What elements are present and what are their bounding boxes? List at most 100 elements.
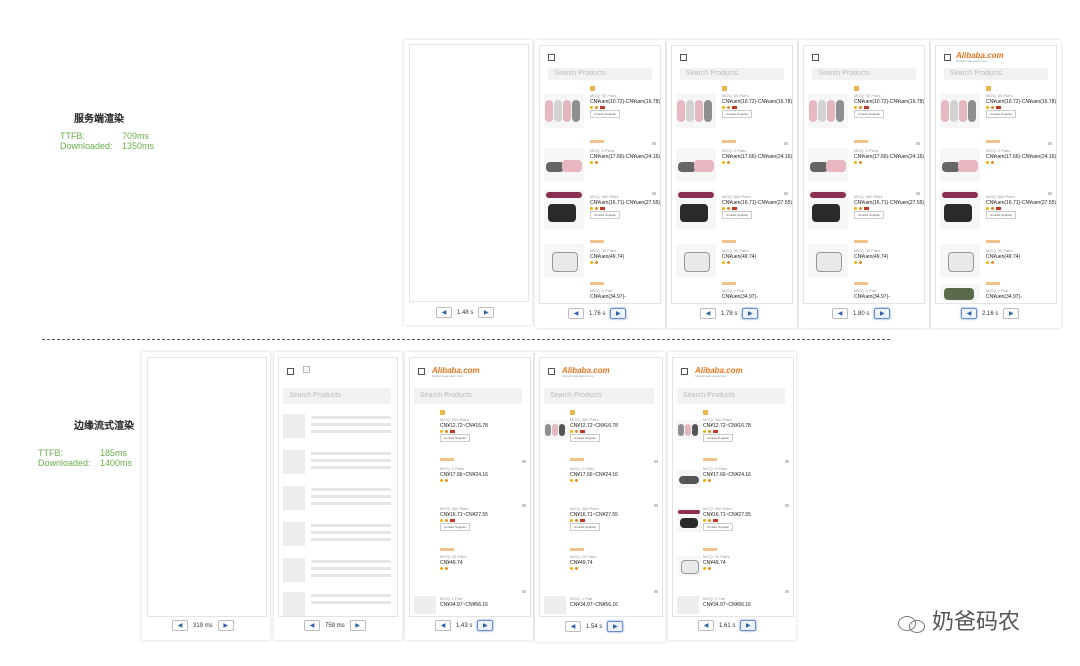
list-item[interactable]: MOQ: 500 Pairs CN¥uen(16.71)-CN¥uen(27.5… <box>540 188 660 238</box>
search-input[interactable]: Search Products <box>812 68 916 80</box>
menu-checkbox[interactable] <box>548 368 555 375</box>
menu-checkbox[interactable] <box>548 54 555 61</box>
list-item[interactable]: MOQ: 1 Pair CN¥34.97~CN¥56.16 <box>540 590 662 616</box>
list-item[interactable]: MOQ: 20 Pairs CN¥49.74 <box>540 548 662 592</box>
next-frame-button[interactable]: ▶ <box>874 308 891 319</box>
list-item[interactable]: MOQ: 300 Pairs CN¥16.71~CN¥27.55 Contact… <box>673 502 793 550</box>
more-icon[interactable] <box>522 504 526 507</box>
next-frame-button[interactable]: ▶ <box>1003 308 1020 319</box>
list-item[interactable]: MOQ: 2 Pairs CN¥17.66~CN¥24.16 <box>410 458 530 504</box>
list-item[interactable]: MOQ: 2 Pairs CN¥17.66~CN¥24.16 <box>540 458 662 504</box>
menu-checkbox[interactable] <box>418 368 425 375</box>
search-input[interactable]: Search Products <box>414 388 522 404</box>
more-icon[interactable] <box>916 142 920 145</box>
contact-supplier-button[interactable]: Contact Supplier <box>722 110 753 118</box>
next-frame-button[interactable]: ▶ <box>217 620 234 631</box>
list-item[interactable]: MOQ: 300 Pairs CN¥12.72~CN¥16.78 Contact… <box>410 410 530 458</box>
more-icon[interactable] <box>785 460 789 463</box>
prev-frame-button[interactable]: ◀ <box>700 308 716 319</box>
search-input[interactable]: Search Products <box>548 68 652 80</box>
prev-frame-button[interactable]: ◀ <box>698 620 714 631</box>
contact-supplier-button[interactable]: Contact Supplier <box>722 211 753 219</box>
next-frame-button[interactable]: ▶ <box>607 621 624 632</box>
alibaba-logo[interactable]: Alibaba.com Global trade starts here <box>432 366 480 378</box>
list-item[interactable]: MOQ: 2 Pairs CN¥uen(17.66)-CN¥uen(24.16) <box>804 138 924 186</box>
prev-frame-button[interactable]: ◀ <box>435 620 451 631</box>
next-frame-button[interactable]: ▶ <box>477 620 494 631</box>
contact-supplier-button[interactable]: Contact Supplier <box>590 211 621 219</box>
list-item[interactable]: MOQ: 300 Pairs CN¥12.72~CN¥16.78 Contact… <box>540 410 662 458</box>
list-item[interactable]: MOQ: 2 Pairs CN¥17.66~CN¥24.16 <box>673 458 793 504</box>
list-item[interactable]: MOQ: 50 Pairs CN¥uen(10.72)-CN¥uen(16.78… <box>672 86 792 134</box>
more-icon[interactable] <box>785 504 789 507</box>
more-icon[interactable] <box>1048 142 1052 145</box>
menu-checkbox[interactable] <box>287 368 294 375</box>
list-item[interactable]: MOQ: 500 Pairs CN¥uen(16.71)-CN¥uen(27.5… <box>936 188 1056 238</box>
contact-supplier-button[interactable]: Contact Supplier <box>854 211 885 219</box>
next-frame-button[interactable]: ▶ <box>740 620 757 631</box>
list-item[interactable]: MOQ: 30 Pairs CN¥uen(49.74) <box>936 238 1056 286</box>
list-item[interactable]: MOQ: 1 Pair CN¥uen(34.97)- <box>540 282 660 302</box>
list-item[interactable]: MOQ: 50 Pairs CN¥uen(10.72)-CN¥uen(16.78… <box>936 86 1056 134</box>
contact-supplier-button[interactable]: Contact Supplier <box>703 523 734 531</box>
next-frame-button[interactable]: ▶ <box>478 307 495 318</box>
list-item[interactable]: MOQ: 1 Pair CN¥34.97~CN¥56.16 <box>410 590 530 616</box>
list-item[interactable]: MOQ: 300 Pairs CN¥16.71~CN¥27.55 Contact… <box>540 502 662 550</box>
list-item[interactable]: MOQ: 1 Pair CN¥34.97~CN¥56.16 <box>673 590 793 616</box>
next-frame-button[interactable]: ▶ <box>349 620 366 631</box>
prev-frame-button[interactable]: ◀ <box>172 620 188 631</box>
contact-supplier-button[interactable]: Contact Supplier <box>440 434 471 442</box>
list-item[interactable]: MOQ: 20 Pairs CN¥49.74 <box>410 548 530 592</box>
next-frame-button[interactable]: ▶ <box>742 308 759 319</box>
contact-supplier-button[interactable]: Contact Supplier <box>854 110 885 118</box>
prev-frame-button[interactable]: ◀ <box>565 621 581 632</box>
prev-frame-button[interactable]: ◀ <box>304 620 320 631</box>
search-input[interactable]: Search Products <box>544 388 654 404</box>
list-item[interactable]: MOQ: 500 Pairs CN¥uen(16.71)-CN¥uen(27.5… <box>672 188 792 238</box>
prev-frame-button[interactable]: ◀ <box>568 308 584 319</box>
search-input[interactable]: Search Products <box>944 68 1048 80</box>
more-icon[interactable] <box>652 142 656 145</box>
next-frame-button[interactable]: ▶ <box>610 308 627 319</box>
list-item[interactable]: MOQ: 1 Pair CN¥uen(34.97)- <box>672 282 792 302</box>
list-item[interactable]: MOQ: 2 Pairs CN¥uen(17.66)-CN¥uen(24.16) <box>672 138 792 186</box>
list-item[interactable]: MOQ: 2 Pairs CN¥uen(17.66)-CN¥uen(24.16) <box>540 138 660 186</box>
contact-supplier-button[interactable]: Contact Supplier <box>986 110 1017 118</box>
more-icon[interactable] <box>785 590 789 593</box>
list-item[interactable]: MOQ: 300 Pairs CN¥12.72~CN¥16.78 Contact… <box>673 410 793 458</box>
list-item[interactable]: MOQ: 20 Pairs CN¥49.74 <box>673 548 793 592</box>
search-input[interactable]: Search Products <box>283 388 391 404</box>
contact-supplier-button[interactable]: Contact Supplier <box>986 211 1017 219</box>
menu-checkbox[interactable] <box>681 368 688 375</box>
more-icon[interactable] <box>522 590 526 593</box>
alibaba-logo[interactable]: Alibaba.com Global trade starts here <box>562 366 610 378</box>
list-item[interactable]: MOQ: 50 Pairs CN¥uen(10.72)-CN¥uen(16.78… <box>804 86 924 134</box>
prev-frame-button[interactable]: ◀ <box>436 307 452 318</box>
list-item[interactable]: MOQ: 50 Pairs CN¥uen(10.72)-CN¥uen(16.78… <box>540 86 660 134</box>
list-item[interactable]: MOQ: 30 Pairs CN¥uen(49.74) <box>804 238 924 286</box>
list-item[interactable]: MOQ: 30 Pairs CN¥uen(49.74) <box>672 238 792 286</box>
contact-supplier-button[interactable]: Contact Supplier <box>570 434 601 442</box>
contact-supplier-button[interactable]: Contact Supplier <box>570 523 601 531</box>
list-item[interactable]: MOQ: 300 Pairs CN¥16.71~CN¥27.55 Contact… <box>410 502 530 550</box>
list-item[interactable]: MOQ: 1 Pair CN¥uen(34.97)- <box>936 282 1056 302</box>
list-item[interactable]: MOQ: 30 Pairs CN¥uen(49.74) <box>540 238 660 286</box>
menu-checkbox[interactable] <box>812 54 819 61</box>
menu-checkbox[interactable] <box>680 54 687 61</box>
more-icon[interactable] <box>784 142 788 145</box>
search-input[interactable]: Search Products <box>677 388 785 404</box>
list-item[interactable]: MOQ: 500 Pairs CN¥uen(16.71)-CN¥uen(27.5… <box>804 188 924 238</box>
contact-supplier-button[interactable]: Contact Supplier <box>590 110 621 118</box>
search-input[interactable]: Search Products <box>680 68 784 80</box>
alibaba-logo[interactable]: Alibaba.com Global trade starts here <box>695 366 743 378</box>
prev-frame-button[interactable]: ◀ <box>832 308 848 319</box>
more-icon[interactable] <box>654 590 658 593</box>
more-icon[interactable] <box>654 504 658 507</box>
more-icon[interactable] <box>654 460 658 463</box>
list-item[interactable]: MOQ: 2 Pairs CN¥uen(17.66)-CN¥uen(24.16) <box>936 138 1056 186</box>
more-icon[interactable] <box>522 460 526 463</box>
alibaba-logo[interactable]: Alibaba.com Global trade starts here <box>956 51 1004 63</box>
contact-supplier-button[interactable]: Contact Supplier <box>440 523 471 531</box>
prev-frame-button[interactable]: ◀ <box>961 308 977 319</box>
menu-checkbox[interactable] <box>944 54 951 61</box>
